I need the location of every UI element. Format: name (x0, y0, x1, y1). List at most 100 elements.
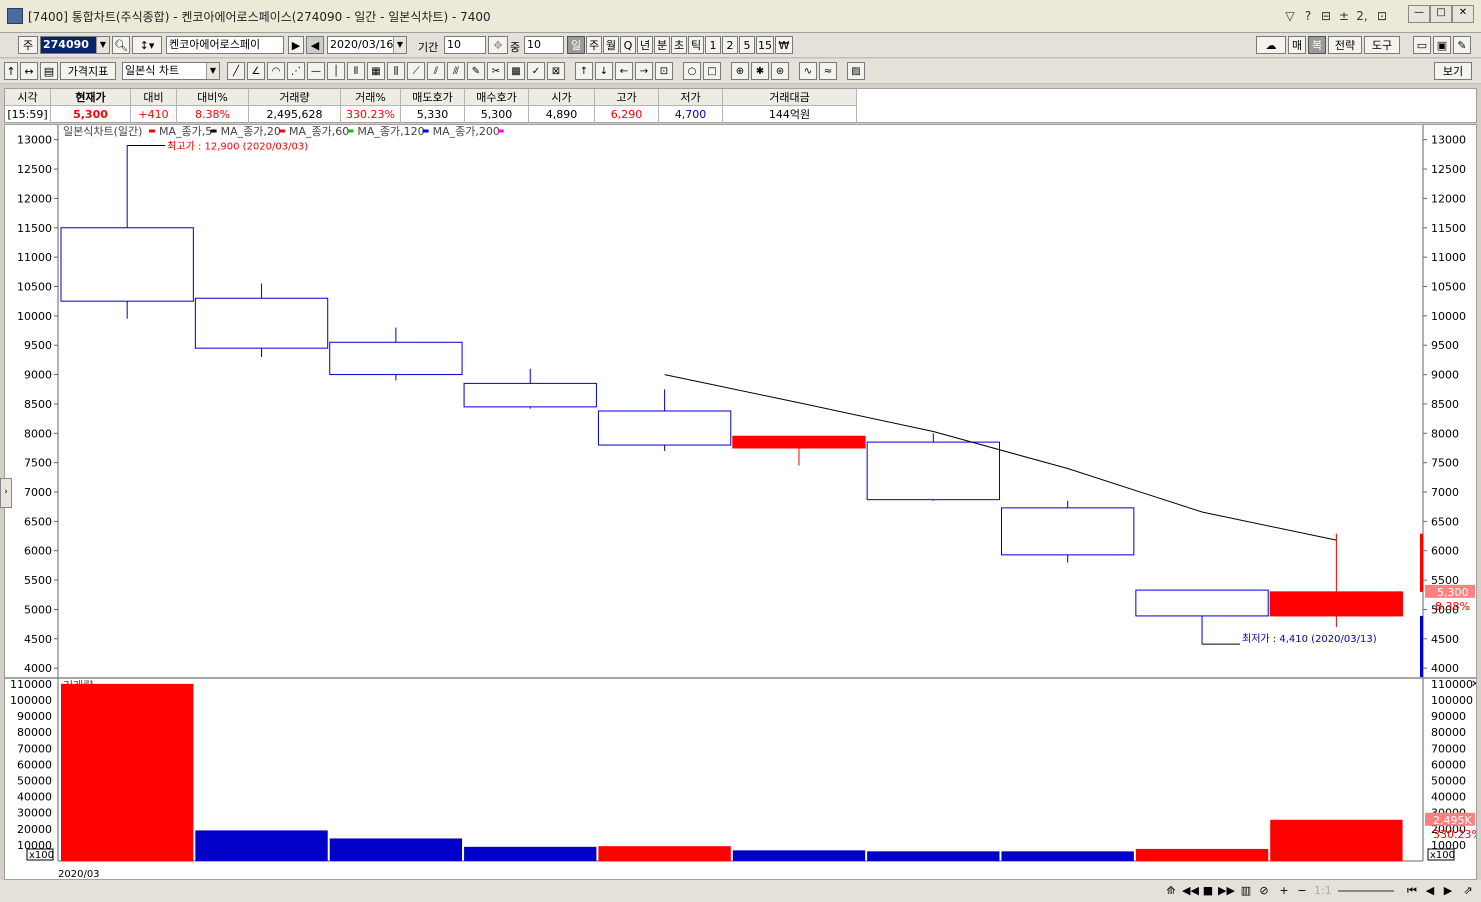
vertical-line-icon[interactable]: │ (327, 62, 345, 80)
timeframe-button[interactable]: Q (620, 36, 636, 54)
folder-icon[interactable]: ▭ (1413, 36, 1431, 54)
pen-icon[interactable]: ✎ (467, 62, 485, 80)
message-icon[interactable]: ▽ (1282, 8, 1298, 24)
stop-icon[interactable]: ■ (1200, 883, 1216, 899)
stock-name-field[interactable]: 켄코아에어로스페이 (166, 36, 284, 54)
sort-icon[interactable]: ↕▾ (132, 36, 162, 54)
timeframe-button[interactable]: 초 (671, 36, 687, 54)
crosshair-icon[interactable]: ⊘ (1256, 883, 1272, 899)
cloud-icon[interactable]: ☁ (1256, 36, 1286, 54)
fibonacci-icon[interactable]: ⦀ (347, 62, 365, 80)
ratio-icon[interactable]: 1:1 (1314, 883, 1332, 899)
minimize-button[interactable]: — (1408, 5, 1430, 23)
horizontal-line-icon[interactable]: — (307, 62, 325, 80)
text-icon[interactable]: ⊡ (655, 62, 673, 80)
arrows-horizontal-icon[interactable]: ↔ (20, 62, 38, 80)
zoom-in-icon[interactable]: + (1276, 883, 1292, 899)
code-input[interactable]: 274090 ▼ (40, 36, 110, 54)
settings-icon[interactable]: ⊛ (771, 62, 789, 80)
fan-icon[interactable]: ⋰ (287, 62, 305, 80)
palette-icon[interactable]: ▩ (507, 62, 525, 80)
timeframe-button[interactable]: 1 (705, 36, 721, 54)
candlestick-chart[interactable]: 4000 40004500 45005000 50005500 55006000 6000… (5, 125, 1476, 879)
zoom-slider[interactable] (1338, 890, 1394, 892)
toolbar-right-button[interactable]: 복 (1308, 36, 1326, 54)
wave2-icon[interactable]: ≈ (819, 62, 837, 80)
pin-icon[interactable]: ± (1336, 8, 1352, 24)
help-icon[interactable]: ? (1300, 8, 1316, 24)
delete-icon[interactable]: ▨ (847, 62, 865, 80)
next-page-icon[interactable]: ▶ (1440, 883, 1456, 899)
timeframe-button[interactable]: 15 (756, 36, 774, 54)
arrow-up-icon[interactable]: ↑ (575, 62, 593, 80)
scroll-up-icon[interactable]: ⟰ (1163, 883, 1179, 899)
grid-icon[interactable]: ▦ (367, 62, 385, 80)
gann-icon[interactable]: ⫼ (387, 62, 405, 80)
export-icon[interactable]: ⇗ (1460, 883, 1476, 899)
timeframe-button[interactable]: 틱 (688, 36, 704, 54)
chart-area[interactable]: 4000 4000 4500 4500 5000 5000 5500 5500 6000 6000… (4, 124, 1477, 880)
toolbar-right-button[interactable]: 매 (1288, 36, 1306, 54)
circle-icon[interactable]: ○ (683, 62, 701, 80)
market-type-button[interactable]: 주 (18, 36, 38, 54)
indicator-button[interactable]: 가격지표 (60, 62, 116, 80)
timeframe-button[interactable]: 5 (739, 36, 755, 54)
save-icon[interactable]: ▣ (1433, 36, 1451, 54)
dual-window-icon[interactable]: 2, (1354, 8, 1370, 24)
timeframe-button[interactable]: 일 (567, 36, 585, 54)
period-input[interactable]: 10 (444, 36, 486, 54)
search-icon[interactable]: 🔍︎ (112, 36, 130, 54)
arrow-up-icon[interactable]: ↑ (4, 62, 18, 80)
zoom-out-icon[interactable]: − (1294, 883, 1310, 899)
chevron-down-icon[interactable]: ▼ (393, 37, 406, 53)
marker-icon[interactable]: ✱ (751, 62, 769, 80)
arc-icon[interactable]: ◠ (267, 62, 285, 80)
toolbar-right-button[interactable]: 전략 (1328, 36, 1362, 54)
date-field[interactable]: 2020/03/16 ▼ (327, 36, 407, 54)
wave-icon[interactable]: ∿ (799, 62, 817, 80)
timeframe-button[interactable]: ₩ (775, 36, 793, 54)
close-button[interactable]: ✕ (1452, 5, 1474, 23)
clear-icon[interactable]: ⊠ (547, 62, 565, 80)
rectangle-icon[interactable]: □ (703, 62, 721, 80)
view-button[interactable]: 보기 (1434, 62, 1472, 80)
timeframe-button[interactable]: 분 (654, 36, 670, 54)
chevron-down-icon[interactable]: ▼ (96, 37, 109, 53)
expand-panel-icon[interactable]: › (0, 478, 12, 508)
timeframe-button[interactable]: 월 (603, 36, 619, 54)
data-table-icon[interactable]: ▥ (1238, 883, 1254, 899)
angle-icon[interactable]: ∠ (247, 62, 265, 80)
trend-line-icon[interactable]: ╱ (227, 62, 245, 80)
check-icon[interactable]: ✓ (527, 62, 545, 80)
indicator-icon[interactable]: ▤ (40, 62, 58, 80)
timeframe-button[interactable]: 주 (586, 36, 602, 54)
chevron-down-icon[interactable]: ▼ (206, 63, 219, 79)
maximize-button[interactable]: □ (1430, 5, 1452, 23)
arrow-down-icon[interactable]: ↓ (595, 62, 613, 80)
arrow-right-icon[interactable]: → (635, 62, 653, 80)
forward-icon[interactable]: ▶▶ (1218, 883, 1235, 899)
timeframe-button[interactable]: 년 (637, 36, 653, 54)
channel-icon[interactable]: ⟋ (407, 62, 425, 80)
date-value: 2020/03/16 (330, 38, 394, 51)
overlap-input[interactable]: 10 (524, 36, 564, 54)
prev-icon[interactable]: ◀ (306, 36, 324, 54)
prev-page-icon[interactable]: ◀ (1422, 883, 1438, 899)
scissors-icon[interactable]: ✂ (487, 62, 505, 80)
wrench-icon[interactable]: ✎ (1453, 36, 1471, 54)
first-page-icon[interactable]: ⏮ (1404, 883, 1420, 899)
rewind-icon[interactable]: ◀◀ (1182, 883, 1199, 899)
bottom-toolbar: ⟰ ◀◀ ■ ▶▶ ▥ ⊘ + − 1:1 ⏮ ◀ ▶ ⇗ (0, 880, 1481, 902)
cycle-icon[interactable]: ⫻ (447, 62, 465, 80)
app-icon[interactable] (7, 8, 23, 24)
window-icon[interactable]: ⊟ (1318, 8, 1334, 24)
parallel-icon[interactable]: ⫽ (427, 62, 445, 80)
timeframe-button[interactable]: 2 (722, 36, 738, 54)
next-icon[interactable]: ▶ (288, 36, 304, 54)
arrow-left-icon[interactable]: ← (615, 62, 633, 80)
magnify-icon[interactable]: ⊕ (731, 62, 749, 80)
toolbar-right-button[interactable]: 도구 (1364, 36, 1400, 54)
move-icon[interactable]: ✥ (488, 36, 508, 54)
settings-icon[interactable]: ⊡ (1374, 8, 1390, 24)
chart-type-select[interactable]: 일본식 차트 ▼ (122, 62, 220, 80)
